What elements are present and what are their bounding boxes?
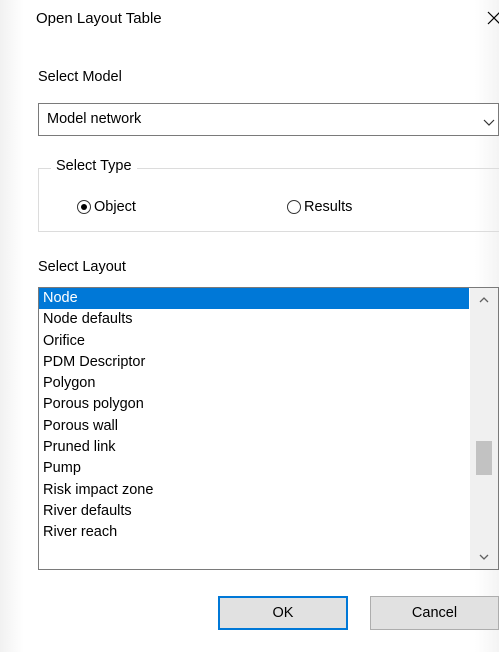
list-item[interactable]: Polygon <box>39 373 469 394</box>
select-model-label: Select Model <box>38 69 122 85</box>
title-bar: Open Layout Table <box>36 9 499 33</box>
list-item[interactable]: River defaults <box>39 501 469 522</box>
cancel-button[interactable]: Cancel <box>370 596 499 630</box>
layout-list-scrollbar[interactable] <box>470 288 498 569</box>
radio-results-label: Results <box>304 199 353 215</box>
close-icon[interactable] <box>487 7 499 29</box>
list-item[interactable]: Node defaults <box>39 309 469 330</box>
select-type-label: Select Type <box>51 158 137 174</box>
list-item[interactable]: Orifice <box>39 331 469 352</box>
list-item[interactable]: Pruned link <box>39 437 469 458</box>
list-item[interactable]: Pump <box>39 458 469 479</box>
model-select-value: Model network <box>47 111 142 127</box>
dialog-title: Open Layout Table <box>36 10 162 27</box>
model-select[interactable]: Model network <box>38 103 499 136</box>
select-layout-label: Select Layout <box>38 259 126 275</box>
list-item[interactable]: River reach <box>39 522 469 543</box>
scroll-thumb[interactable] <box>476 441 492 475</box>
open-layout-table-dialog: Open Layout Table Select Model Model net… <box>0 0 499 652</box>
list-item[interactable]: Risk impact zone <box>39 480 469 501</box>
ok-button[interactable]: OK <box>218 596 348 630</box>
list-item[interactable]: Porous polygon <box>39 394 469 415</box>
list-item[interactable]: Node <box>39 288 469 310</box>
radio-button-checked-icon[interactable] <box>77 200 91 214</box>
list-item[interactable]: Porous wall <box>39 416 469 437</box>
radio-results[interactable]: Results <box>287 197 352 217</box>
radio-button-icon[interactable] <box>287 200 301 214</box>
radio-object-label: Object <box>94 199 136 215</box>
scroll-up-arrow-icon[interactable] <box>470 288 498 310</box>
layout-list-items: Node Node defaults Orifice PDM Descripto… <box>39 288 469 544</box>
radio-object[interactable]: Object <box>77 197 136 217</box>
layout-list[interactable]: Node Node defaults Orifice PDM Descripto… <box>38 287 499 570</box>
chevron-down-icon[interactable] <box>482 115 496 131</box>
window-shadow-left <box>0 0 24 652</box>
list-item[interactable]: PDM Descriptor <box>39 352 469 373</box>
scroll-down-arrow-icon[interactable] <box>470 547 498 569</box>
